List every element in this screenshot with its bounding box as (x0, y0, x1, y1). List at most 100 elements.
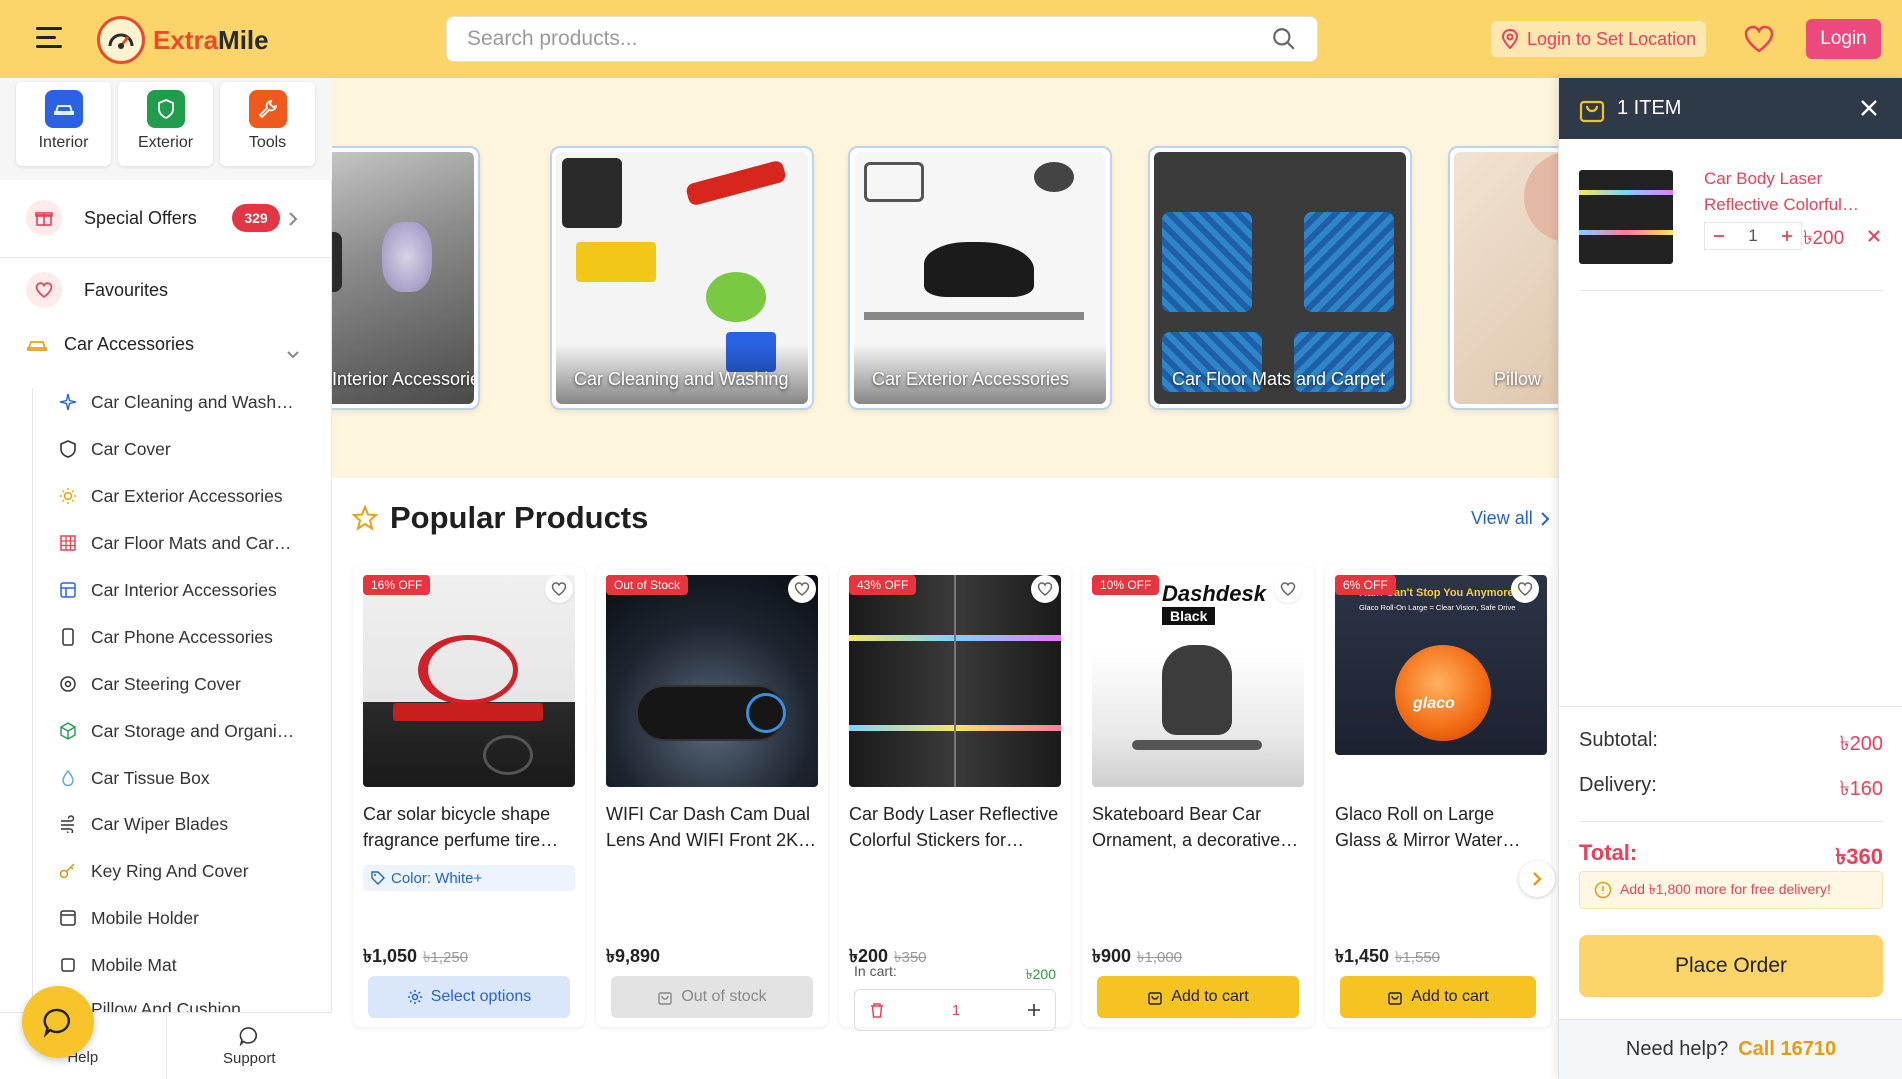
plus-icon[interactable] (1781, 230, 1793, 242)
sidebar-item-car-floor-mats[interactable]: Car Floor Mats and Car… (59, 531, 329, 555)
chevron-right-icon[interactable] (288, 211, 298, 227)
quick-link-exterior[interactable]: Exterior (118, 82, 213, 166)
product-card[interactable]: 16% OFF Car solar bicycle shape fragranc… (353, 565, 585, 1027)
set-location-button[interactable]: Login to Set Location (1491, 21, 1707, 57)
quantity-value: 1 (951, 1001, 961, 1019)
favorite-button[interactable] (1031, 575, 1059, 603)
carousel-next-button[interactable] (1519, 861, 1555, 897)
product-name[interactable]: Car Body Laser Reflective Colorful Stick… (849, 801, 1063, 853)
shield-icon (146, 90, 185, 128)
search-icon[interactable] (1271, 26, 1297, 52)
sidebar-item-car-tissue-box[interactable]: Car Tissue Box (59, 766, 329, 790)
info-icon (1594, 881, 1612, 899)
delivery-row: Delivery: ৳160 (1579, 774, 1883, 800)
search-input[interactable] (467, 27, 1271, 51)
top-header: ExtraMile Login to Set Location Login (0, 0, 1902, 78)
product-image[interactable] (606, 575, 818, 787)
trash-icon[interactable] (869, 1002, 885, 1018)
favorite-button[interactable] (1274, 575, 1302, 603)
help-text: Need help? (1625, 1038, 1729, 1060)
favorite-button[interactable] (788, 575, 816, 603)
menu-icon[interactable] (36, 27, 62, 49)
wishlist-button[interactable] (1742, 22, 1776, 56)
old-price: ৳1,250 (423, 949, 469, 966)
chat-fab-button[interactable] (22, 986, 94, 1058)
discount-badge: 43% OFF (849, 575, 917, 595)
location-pin-icon (1501, 29, 1519, 49)
sidebar-item-car-exterior[interactable]: Car Exterior Accessories (59, 484, 329, 508)
favorite-button[interactable] (1511, 575, 1539, 603)
quick-link-tools[interactable]: Tools (220, 82, 315, 166)
select-options-button[interactable]: Select options (368, 976, 570, 1018)
help-bar: Need help? Call 16710 (1559, 1019, 1902, 1079)
category-card[interactable]: Car Cleaning and Washing (550, 146, 814, 410)
brand-logo[interactable]: ExtraMile (97, 16, 269, 64)
shopping-bag-icon (1579, 100, 1605, 122)
sidebar-item-mobile-mat[interactable]: Mobile Mat (59, 953, 329, 977)
plus-icon[interactable] (1027, 1003, 1041, 1017)
sidebar-item-car-cleaning[interactable]: Car Cleaning and Wash… (59, 390, 329, 414)
product-card[interactable]: Dashdesk Black 10% OFF Skateboard Bear C… (1082, 565, 1314, 1027)
product-image[interactable]: Dashdesk Black (1092, 575, 1304, 787)
sidebar-item-car-interior[interactable]: Car Interior Accessories (59, 578, 329, 602)
heart-icon (551, 582, 567, 596)
remove-item-icon[interactable] (1866, 228, 1882, 244)
quick-link-interior[interactable]: Interior (16, 82, 111, 166)
bag-icon (658, 992, 673, 1005)
cart-item-image[interactable] (1579, 170, 1673, 264)
category-card[interactable]: Pillow (1448, 146, 1558, 410)
shield-icon (60, 440, 76, 458)
tab-support[interactable]: Support (165, 1013, 333, 1079)
category-card[interactable]: Car Floor Mats and Carpet (1148, 146, 1412, 410)
category-image: Car Floor Mats and Carpet (1154, 152, 1406, 404)
product-image[interactable]: Rain Can't Stop You Anymore Glaco Roll-O… (1335, 575, 1547, 755)
add-to-cart-button[interactable]: Add to cart (1340, 976, 1536, 1018)
product-card[interactable]: 43% OFF Car Body Laser Reflective Colorf… (839, 565, 1071, 1031)
gear-icon (407, 990, 422, 1004)
call-link[interactable]: Call 16710 (1738, 1038, 1836, 1061)
sidebar-item-pillow[interactable]: Pillow And Cushion (59, 999, 329, 1012)
cart-quantity-stepper[interactable]: 1 (1704, 222, 1802, 250)
product-card[interactable]: Out of Stock WIFI Car Dash Cam Dual Lens… (596, 565, 828, 1027)
login-button[interactable]: Login (1806, 19, 1881, 59)
sidebar-item-car-phone[interactable]: Car Phone Accessories (59, 625, 329, 649)
minus-icon[interactable] (1713, 230, 1725, 242)
location-label: Login to Set Location (1527, 28, 1697, 49)
stock-badge: Out of Stock (606, 575, 689, 595)
product-name[interactable]: Skateboard Bear Car Ornament, a decorati… (1092, 801, 1306, 853)
sidebar-item-car-storage[interactable]: Car Storage and Organi… (59, 719, 329, 743)
product-card[interactable]: Rain Can't Stop You Anymore Glaco Roll-O… (1325, 565, 1551, 1027)
out-of-stock-button[interactable]: Out of stock (611, 976, 813, 1018)
sidebar-item-car-accessories[interactable]: Car Accessories (26, 334, 194, 355)
product-name[interactable]: Car solar bicycle shape fragrance perfum… (363, 801, 577, 853)
favorite-button[interactable] (545, 575, 573, 603)
view-all-link[interactable]: View all (1471, 508, 1549, 529)
close-icon[interactable] (1857, 96, 1881, 120)
product-image[interactable] (849, 575, 1061, 787)
heart-icon (1280, 582, 1296, 596)
sidebar-item-mobile-holder[interactable]: Mobile Holder (59, 906, 329, 930)
cart-item-name[interactable]: Car Body Laser Reflective Colorful… (1704, 166, 1882, 218)
heart-icon (1517, 582, 1533, 596)
price: ৳1,050 ৳1,250 (363, 942, 468, 973)
subcategory-list: Car Cleaning and Wash… Car Cover Car Ext… (32, 388, 331, 1012)
category-card[interactable]: Car Exterior Accessories (848, 146, 1112, 410)
chevron-down-icon[interactable] (286, 350, 300, 360)
product-image[interactable] (363, 575, 575, 787)
special-offers-count-badge: 329 (232, 204, 280, 232)
add-to-cart-button[interactable]: Add to cart (1097, 976, 1299, 1018)
sidebar-item-car-wiper[interactable]: Car Wiper Blades (59, 812, 329, 836)
place-order-button[interactable]: Place Order (1579, 935, 1883, 997)
sidebar-item-special-offers[interactable]: Special Offers (26, 200, 197, 236)
sidebar-item-favourites[interactable]: Favourites (26, 272, 168, 308)
search-bar[interactable] (446, 16, 1318, 62)
chat-icon (43, 1008, 70, 1038)
sidebar-item-car-steering[interactable]: Car Steering Cover (59, 672, 329, 696)
sidebar-item-car-cover[interactable]: Car Cover (59, 437, 329, 461)
product-name[interactable]: Glaco Roll on Large Glass & Mirror Water… (1335, 801, 1541, 853)
sidebar-item-key-ring[interactable]: Key Ring And Cover (59, 859, 329, 883)
category-card[interactable]: Interior Accessories (332, 146, 480, 410)
bag-icon (1148, 992, 1163, 1005)
product-name[interactable]: WIFI Car Dash Cam Dual Lens And WIFI Fro… (606, 801, 820, 853)
quantity-stepper[interactable]: 1 (854, 989, 1056, 1031)
